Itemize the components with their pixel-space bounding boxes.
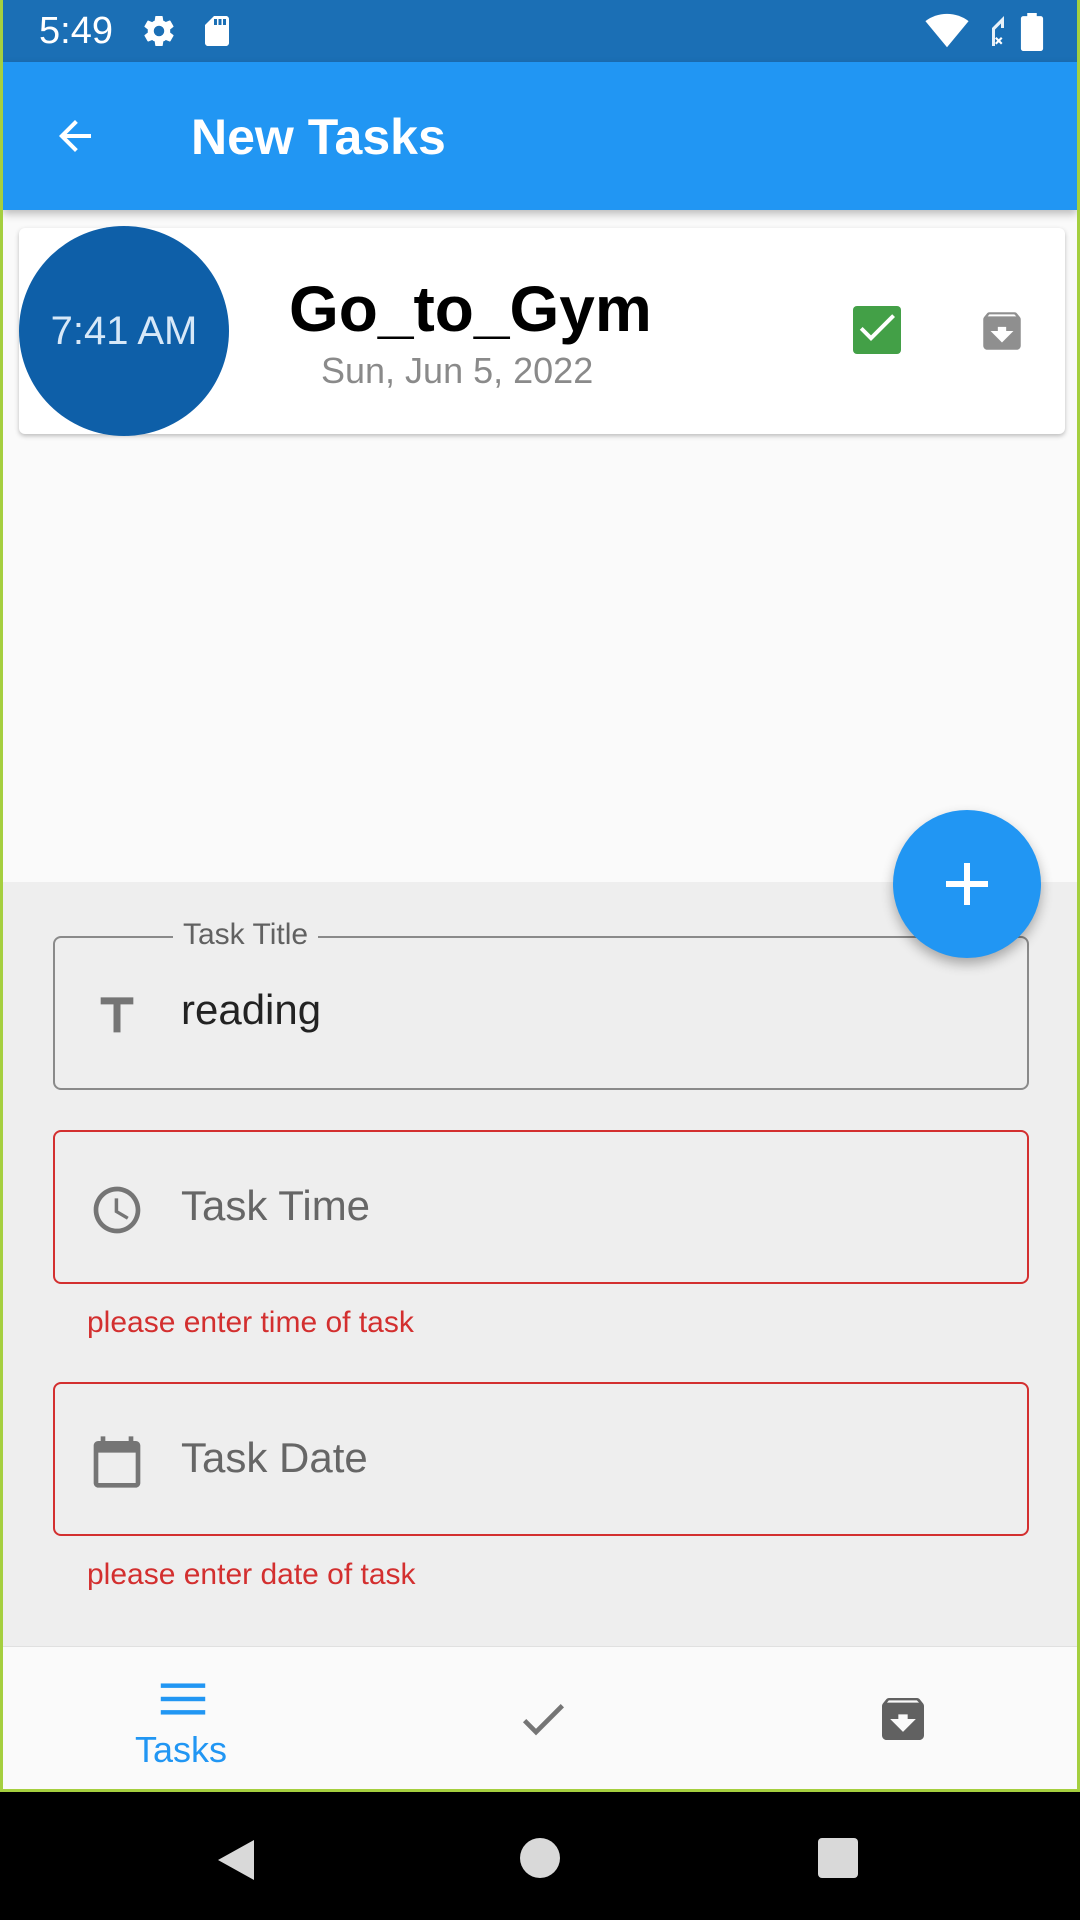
task-date: Sun, Jun 5, 2022	[321, 350, 594, 391]
calendar-icon	[93, 1436, 141, 1488]
back-arrow-icon[interactable]	[47, 112, 103, 160]
cellular-no-signal-icon	[974, 16, 1004, 46]
task-time: 7:41 AM	[50, 308, 198, 353]
settings-icon	[144, 16, 174, 47]
bottom-navigation: Tasks	[3, 1646, 1077, 1789]
sd-card-icon	[205, 16, 229, 46]
nav-archived[interactable]	[813, 1647, 993, 1789]
nav-tasks-label: Tasks	[135, 1729, 228, 1770]
task-time-error: please enter time of task	[87, 1306, 414, 1339]
task-date-error: please enter date of task	[87, 1558, 416, 1591]
add-task-sheet: Task Title reading Task Time please ente…	[3, 882, 1077, 1646]
status-time: 5:49	[39, 10, 113, 52]
home-circle-icon[interactable]	[520, 1838, 560, 1878]
app-bar: New Tasks	[3, 62, 1077, 210]
status-bar: 5:49	[3, 0, 1077, 62]
menu-icon	[160, 1683, 206, 1715]
app-screen: 5:49 New Tasks 7:41 AM Go_to_Gym Sun, Ju…	[0, 0, 1080, 1792]
task-date-input[interactable]: Task Date	[181, 1434, 368, 1482]
clock-icon	[93, 1186, 141, 1234]
task-time-input[interactable]: Task Time	[181, 1182, 370, 1230]
plus-icon	[946, 863, 988, 905]
task-date-field[interactable]: Task Date	[53, 1382, 1029, 1536]
battery-icon	[1020, 13, 1044, 51]
add-task-button[interactable]	[893, 810, 1041, 958]
nav-tasks[interactable]: Tasks	[93, 1647, 273, 1789]
nav-done[interactable]	[453, 1647, 633, 1789]
back-triangle-icon[interactable]	[214, 1836, 258, 1884]
task-title-input[interactable]: reading	[181, 986, 321, 1034]
task-time-badge: 7:41 AM	[19, 226, 229, 436]
title-icon	[100, 997, 134, 1033]
check-icon	[522, 1704, 564, 1736]
check-box-icon[interactable]	[853, 306, 901, 354]
task-title: Go_to_Gym	[289, 273, 652, 345]
system-navigation-bar	[0, 1792, 1080, 1920]
page-title: New Tasks	[191, 109, 446, 165]
task-title-field[interactable]: Task Title reading	[53, 918, 1029, 1090]
wifi-icon	[925, 13, 969, 48]
task-title-label: Task Title	[173, 918, 319, 952]
task-card[interactable]: 7:41 AM Go_to_Gym Sun, Jun 5, 2022	[19, 226, 1065, 436]
archive-icon[interactable]	[977, 306, 1027, 356]
recents-square-icon[interactable]	[818, 1838, 858, 1878]
task-time-field[interactable]: Task Time	[53, 1130, 1029, 1284]
archive-icon	[882, 1698, 924, 1740]
